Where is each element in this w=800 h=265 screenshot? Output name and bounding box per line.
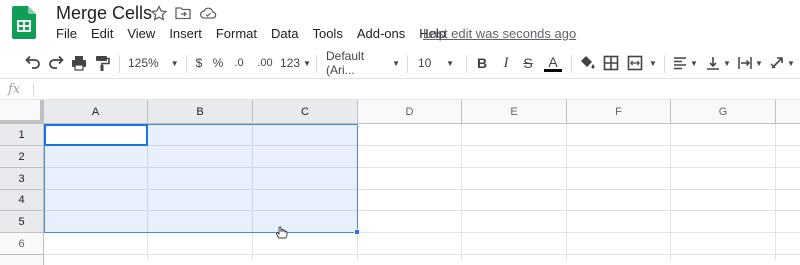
move-to-folder-icon[interactable] [174, 5, 192, 21]
doc-header: Merge Cells File Edit View Insert Format… [0, 0, 800, 46]
horizontal-align-icon[interactable] [672, 53, 688, 73]
active-cell-a1[interactable] [44, 124, 148, 146]
toolbar: 125% ▼ $ % .0 .00 123 ▼ Default (Ari... ▼ 1… [0, 48, 800, 79]
column-header-a[interactable]: A [44, 100, 148, 124]
row-header-1[interactable]: 1 [0, 124, 44, 146]
print-icon[interactable] [70, 53, 88, 73]
text-color-swatch [544, 68, 562, 72]
menu-format[interactable]: Format [216, 25, 257, 43]
toolbar-divider [466, 55, 467, 73]
text-color-button[interactable]: A [544, 53, 562, 73]
menu-tools[interactable]: Tools [312, 25, 342, 43]
fill-handle[interactable] [354, 229, 360, 235]
currency-format-button[interactable]: $ [193, 53, 205, 73]
text-rotation-icon[interactable] [769, 53, 785, 73]
merge-menu-chevron-icon[interactable]: ▼ [648, 53, 658, 73]
row-header-3[interactable]: 3 [0, 168, 44, 190]
cloud-saved-icon[interactable] [199, 5, 217, 21]
formula-input[interactable] [40, 80, 800, 100]
font-family-value: Default (Ari... [326, 49, 365, 77]
align-menu-chevron-icon[interactable]: ▼ [689, 53, 699, 73]
hand-cursor-icon [276, 226, 288, 239]
row-header-5[interactable]: 5 [0, 211, 44, 233]
chevron-down-icon: ▼ [392, 58, 400, 68]
document-title[interactable]: Merge Cells [56, 2, 152, 24]
zoom-select[interactable]: 125% ▼ [128, 53, 179, 73]
last-edit-link[interactable]: Last edit was seconds ago [423, 25, 576, 43]
merge-cells-icon[interactable] [627, 53, 643, 73]
redo-icon[interactable] [47, 53, 65, 73]
paint-format-icon[interactable] [93, 53, 111, 73]
star-icon[interactable] [150, 5, 168, 21]
text-wrap-icon[interactable] [737, 53, 753, 73]
toolbar-divider [186, 55, 187, 73]
column-header-f[interactable]: F [567, 100, 671, 124]
menu-insert[interactable]: Insert [169, 25, 202, 43]
toolbar-divider [571, 55, 572, 73]
decrease-decimal-button[interactable]: .0 [230, 53, 248, 73]
toolbar-divider [664, 55, 665, 73]
menu-view[interactable]: View [127, 25, 155, 43]
text-color-letter: A [548, 53, 558, 70]
column-header-c[interactable]: C [253, 100, 358, 124]
menu-data[interactable]: Data [271, 25, 298, 43]
toolbar-divider [316, 55, 317, 73]
toolbar-divider [407, 55, 408, 73]
fill-color-icon[interactable] [578, 53, 596, 73]
wrap-menu-chevron-icon[interactable]: ▼ [754, 53, 764, 73]
row-header-2[interactable]: 2 [0, 146, 44, 168]
column-header-g[interactable]: G [671, 100, 776, 124]
undo-icon[interactable] [24, 53, 42, 73]
column-header-e[interactable]: E [462, 100, 567, 124]
font-size-select[interactable]: 10 ▼ [418, 53, 454, 73]
chevron-down-icon: ▼ [170, 58, 179, 68]
rotation-menu-chevron-icon[interactable]: ▼ [786, 53, 796, 73]
more-formats-select[interactable]: 123 ▼ [280, 53, 314, 73]
column-header-h[interactable] [776, 100, 800, 124]
menu-bar: File Edit View Insert Format Data Tools … [56, 25, 460, 43]
vertical-align-icon[interactable] [705, 53, 721, 73]
column-header-d[interactable]: D [358, 100, 462, 124]
percent-format-button[interactable]: % [212, 53, 224, 73]
row-header-7[interactable] [0, 255, 44, 265]
chevron-down-icon: ▼ [446, 58, 454, 68]
bold-button[interactable]: B [475, 53, 489, 73]
grid-line [44, 254, 800, 255]
fx-icon: fx [8, 82, 21, 97]
formula-bar: fx [0, 80, 800, 100]
more-formats-label: 123 [280, 56, 301, 70]
chevron-down-icon: ▼ [303, 58, 311, 68]
borders-icon[interactable] [603, 53, 619, 73]
zoom-value: 125% [128, 56, 159, 70]
row-header-6[interactable]: 6 [0, 233, 44, 255]
select-all-corner[interactable] [0, 100, 44, 124]
sheets-logo-icon[interactable] [12, 6, 36, 39]
menu-file[interactable]: File [56, 25, 77, 43]
strikethrough-button[interactable]: S [521, 53, 535, 73]
column-header-b[interactable]: B [148, 100, 253, 124]
row-header-4[interactable]: 4 [0, 190, 44, 211]
formula-divider [33, 83, 34, 97]
increase-decimal-button[interactable]: .00 [254, 53, 276, 73]
toolbar-divider [119, 55, 120, 73]
font-family-select[interactable]: Default (Ari... ▼ [326, 49, 400, 77]
menu-edit[interactable]: Edit [91, 25, 113, 43]
valign-menu-chevron-icon[interactable]: ▼ [722, 53, 732, 73]
italic-button[interactable]: I [499, 53, 513, 73]
font-size-value: 10 [418, 56, 432, 70]
menu-addons[interactable]: Add-ons [357, 25, 405, 43]
